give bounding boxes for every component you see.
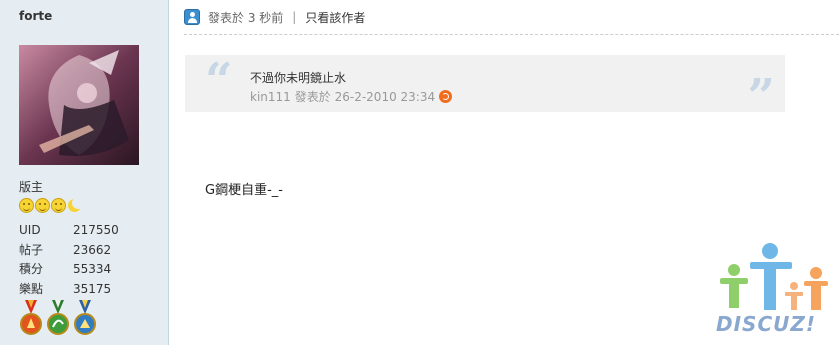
header-divider (184, 34, 839, 35)
user-online-icon (184, 9, 200, 25)
username-link[interactable]: forte (19, 9, 52, 23)
sun-icon (51, 198, 66, 213)
back-to-post-icon[interactable] (439, 90, 453, 103)
stat-label: 積分 (19, 262, 44, 276)
quote-meta: kin111 發表於 26-2-2010 23:34 (250, 88, 453, 105)
blue-medal-icon[interactable] (73, 300, 97, 336)
stat-value[interactable]: 35175 (73, 280, 111, 300)
rank-stars (19, 197, 84, 213)
user-avatar[interactable] (19, 45, 139, 165)
moon-icon (67, 197, 84, 213)
user-sidebar: forte 版主 UID 217550 帖子 23662 積分 55334 樂點… (0, 0, 169, 345)
quote-text: 不過你未明鏡止水 (250, 71, 347, 85)
post-message: G鋼梗自重-_- (205, 183, 283, 198)
post-header: 發表於 3 秒前 | 只看該作者 (184, 8, 365, 26)
stat-value[interactable]: 217550 (73, 221, 119, 241)
sun-icon (19, 198, 34, 213)
discuz-logo: DISCUZ! (712, 240, 837, 340)
sun-icon (35, 198, 50, 213)
discuz-logo-text: DISCUZ! (716, 312, 816, 336)
user-stats: UID 217550 帖子 23662 積分 55334 樂點 35175 (19, 221, 149, 299)
open-quote-icon: “ (205, 53, 233, 109)
stat-label: 樂點 (19, 281, 44, 296)
only-author-link[interactable]: 只看該作者 (305, 9, 365, 26)
stat-value[interactable]: 23662 (73, 241, 111, 261)
stat-label: UID (19, 223, 41, 237)
stat-value[interactable]: 55334 (73, 260, 111, 280)
post-time: 發表於 3 秒前 (208, 10, 284, 25)
medal-list (19, 300, 97, 336)
green-medal-icon[interactable] (46, 300, 70, 336)
quote-date: 發表於 26-2-2010 23:34 (294, 90, 436, 104)
stat-label: 帖子 (19, 242, 44, 257)
header-separator: | (292, 10, 297, 24)
stat-row-posts: 帖子 23662 (19, 241, 149, 261)
orange-medal-icon[interactable] (19, 300, 43, 336)
stat-row-uid: UID 217550 (19, 221, 149, 241)
close-quote-icon: ” (747, 69, 775, 125)
quote-author: kin111 (250, 89, 291, 104)
stat-row-credits: 樂點 35175 (19, 280, 149, 300)
stat-row-points: 積分 55334 (19, 260, 149, 280)
quote-block: “ 不過你未明鏡止水 kin111 發表於 26-2-2010 23:34 ” (185, 53, 785, 121)
user-rank: 版主 (19, 180, 44, 194)
